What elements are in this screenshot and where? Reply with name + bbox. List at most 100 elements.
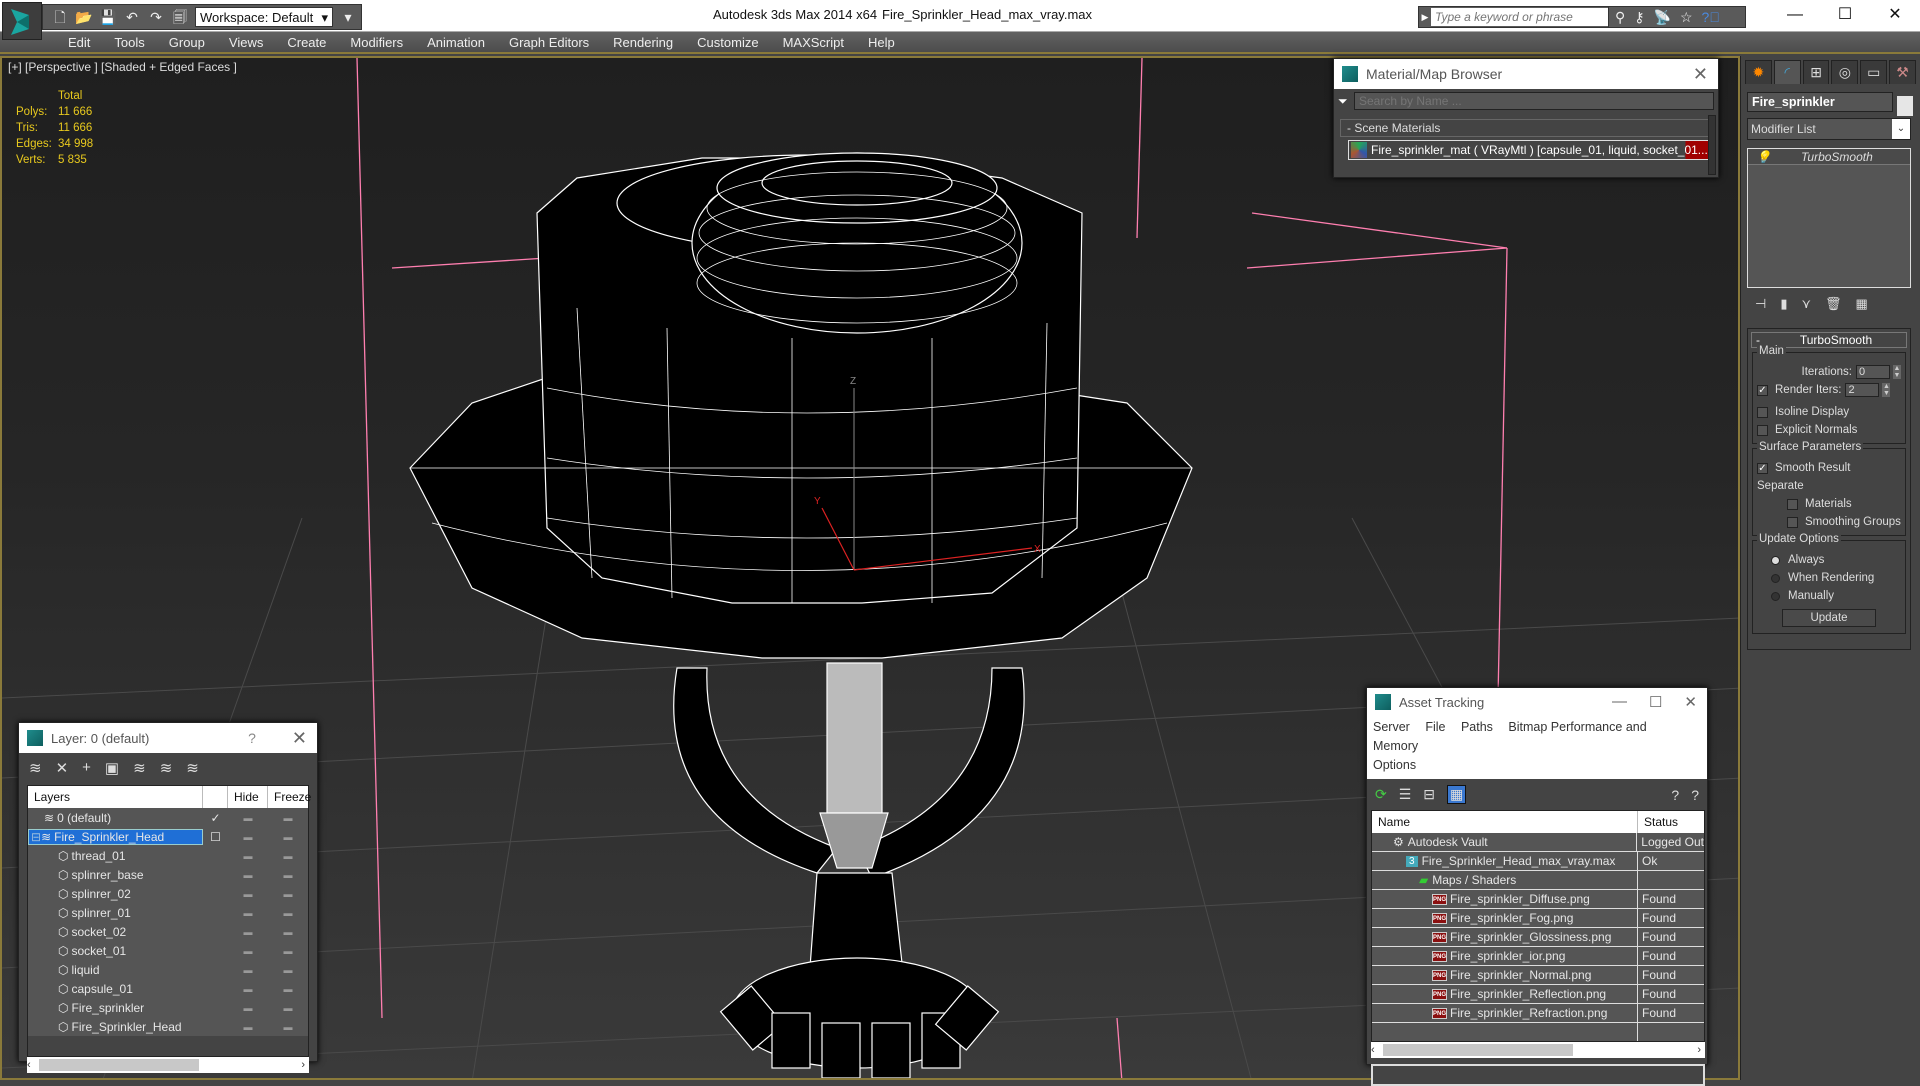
hide-toggle[interactable]: ▬ [228,889,268,899]
collapse-icon[interactable]: ⊟ [31,830,41,844]
scene-materials-group[interactable]: - Scene Materials [1340,119,1712,137]
scroll-thumb[interactable] [1382,1044,1573,1056]
refresh-icon[interactable]: ⟳ [1375,786,1387,803]
display-icon[interactable]: ▭ [1860,60,1888,84]
create-icon[interactable]: ✹ [1745,60,1772,84]
menu-bitmap-performance[interactable]: Bitmap Performance and Memory [1373,720,1647,753]
star-icon[interactable]: ☆ [1680,9,1693,26]
material-search-input[interactable] [1354,92,1714,110]
layer-row[interactable]: ≋ 0 (default) ✓ ▬ ▬ [28,808,308,827]
column-hide[interactable]: Hide [228,786,268,808]
update-when-rendering-radio[interactable] [1771,573,1780,583]
object-row[interactable]: ⬡ socket_02 ▬ ▬ [28,922,308,941]
help-icon[interactable]: ? [1671,787,1679,803]
scroll-right-icon[interactable]: › [301,1059,305,1071]
object-row[interactable]: ⬡ liquid ▬ ▬ [28,960,308,979]
close-icon[interactable]: ✕ [1684,693,1697,711]
iterations-spinner[interactable]: ▲ ▼ [1893,365,1901,379]
hierarchy-icon[interactable]: ⊞ [1802,60,1830,84]
column-status[interactable]: Status [1638,815,1678,829]
hide-toggle[interactable]: ▬ [228,984,268,994]
dialog-title-bar[interactable]: Layer: 0 (default) ? ✕ [19,723,317,753]
delete-layer-icon[interactable]: ✕ [56,759,69,777]
object-row[interactable]: ⬡ splinrer_02 ▬ ▬ [28,884,308,903]
dialog-title-bar[interactable]: Material/Map Browser ✕ [1334,59,1718,89]
hide-unhide-all-icon[interactable]: ≋ [186,759,199,777]
menu-customize[interactable]: Customize [685,32,770,52]
scroll-left-icon[interactable]: ‹ [1371,1044,1375,1056]
pin-stack-icon[interactable]: ⊣ [1755,296,1766,312]
vertical-scrollbar[interactable] [1708,115,1716,175]
object-row[interactable]: ⬡ thread_01 ▬ ▬ [28,846,308,865]
select-objects-icon[interactable]: ▣ [105,759,119,777]
menu-server[interactable]: Server [1373,720,1410,734]
key-icon[interactable]: ⚷ [1634,9,1644,26]
project-folder-icon[interactable]: 🗐 [171,8,189,26]
hide-toggle[interactable]: ▬ [228,832,268,842]
utilities-icon[interactable]: ⚒ [1889,60,1916,84]
app-menu-button[interactable] [2,2,42,40]
minimize-button[interactable]: — [1612,693,1627,711]
menu-edit[interactable]: Edit [56,32,102,52]
context-help-icon[interactable]: ? [1691,787,1699,803]
asset-row[interactable]: PNG Fire_sprinkler_Diffuse.png Found [1372,890,1704,909]
menu-views[interactable]: Views [217,32,275,52]
menu-rendering[interactable]: Rendering [601,32,685,52]
keyword-search-input[interactable] [1431,8,1621,26]
freeze-toggle[interactable]: ▬ [268,965,308,975]
menu-create[interactable]: Create [275,32,338,52]
asset-path-field[interactable] [1371,1064,1705,1086]
menu-graph-editors[interactable]: Graph Editors [497,32,601,52]
hide-toggle[interactable]: ▬ [228,813,268,823]
menu-file[interactable]: File [1425,720,1445,734]
hide-toggle[interactable]: ▬ [228,1022,268,1032]
render-iters-spinner[interactable]: ▲ ▼ [1882,383,1891,397]
horizontal-scrollbar[interactable]: ‹ › [1371,1042,1705,1058]
iterations-input[interactable]: 0 [1856,365,1890,379]
dialog-title-bar[interactable]: Asset Tracking — ☐ ✕ [1367,688,1707,716]
freeze-toggle[interactable]: ▬ [268,1022,308,1032]
close-icon[interactable]: ✕ [1693,64,1708,85]
menu-maxscript[interactable]: MAXScript [771,32,856,52]
freeze-toggle[interactable]: ▬ [268,851,308,861]
asset-row[interactable]: ⚙ Autodesk Vault Logged Out [1372,833,1704,852]
options-menu-icon[interactable]: ⏷ [1338,94,1354,109]
freeze-toggle[interactable]: ▬ [268,889,308,899]
asset-row[interactable]: 3 Fire_Sprinkler_Head_max_vray.max Ok [1372,852,1704,871]
object-row[interactable]: ⬡ Fire_Sprinkler_Head ▬ ▬ [28,1017,308,1036]
hide-toggle[interactable]: ▬ [228,851,268,861]
separate-smoothing-groups-checkbox[interactable] [1787,516,1798,528]
workspace-dropdown[interactable]: Workspace: Default ▾ [195,7,333,27]
stack-item-turbosmooth[interactable]: 💡 TurboSmooth [1748,149,1910,165]
toolbar-dropdown-icon[interactable]: ▾ [339,8,357,26]
modifier-list-dropdown[interactable]: Modifier List ⌄ [1747,118,1911,140]
help-button[interactable]: ? [248,730,256,746]
expand-arrow-icon[interactable]: ▶ [1419,12,1431,23]
scroll-right-icon[interactable]: › [1697,1044,1701,1056]
freeze-toggle[interactable]: ▬ [268,908,308,918]
explicit-normals-checkbox[interactable] [1757,424,1768,436]
freeze-toggle[interactable]: ▬ [268,946,308,956]
minimize-button[interactable]: — [1770,0,1820,30]
freeze-toggle[interactable]: ▬ [268,870,308,880]
smooth-result-checkbox[interactable]: ✓ [1757,462,1768,474]
separate-materials-checkbox[interactable] [1787,498,1798,510]
horizontal-scrollbar[interactable]: ‹ › [27,1057,309,1073]
update-button[interactable]: Update [1782,609,1876,627]
asset-row[interactable]: PNG Fire_sprinkler_Refraction.png Found [1372,1004,1704,1023]
satellite-icon[interactable]: 📡 [1654,9,1671,26]
hide-toggle[interactable]: ▬ [228,870,268,880]
current-layer-toggle[interactable]: ☐ [203,830,228,844]
object-name-field[interactable]: Fire_sprinkler [1747,92,1893,112]
save-icon[interactable]: 💾 [99,8,117,26]
asset-row[interactable]: PNG Fire_sprinkler_Reflection.png Found [1372,985,1704,1004]
viewport-label[interactable]: [+] [Perspective ] [Shaded + Edged Faces… [8,60,237,74]
material-entry[interactable]: Fire_sprinkler_mat ( VRayMtl ) [capsule_… [1348,140,1712,160]
object-row[interactable]: ⬡ splinrer_base ▬ ▬ [28,865,308,884]
column-freeze[interactable]: Freeze [268,786,311,808]
remove-modifier-icon[interactable]: 🗑 [1825,296,1842,312]
freeze-toggle[interactable]: ▬ [268,832,308,842]
hide-toggle[interactable]: ▬ [228,908,268,918]
maximize-button[interactable]: ☐ [1649,693,1662,711]
scroll-left-icon[interactable]: ‹ [27,1059,31,1071]
